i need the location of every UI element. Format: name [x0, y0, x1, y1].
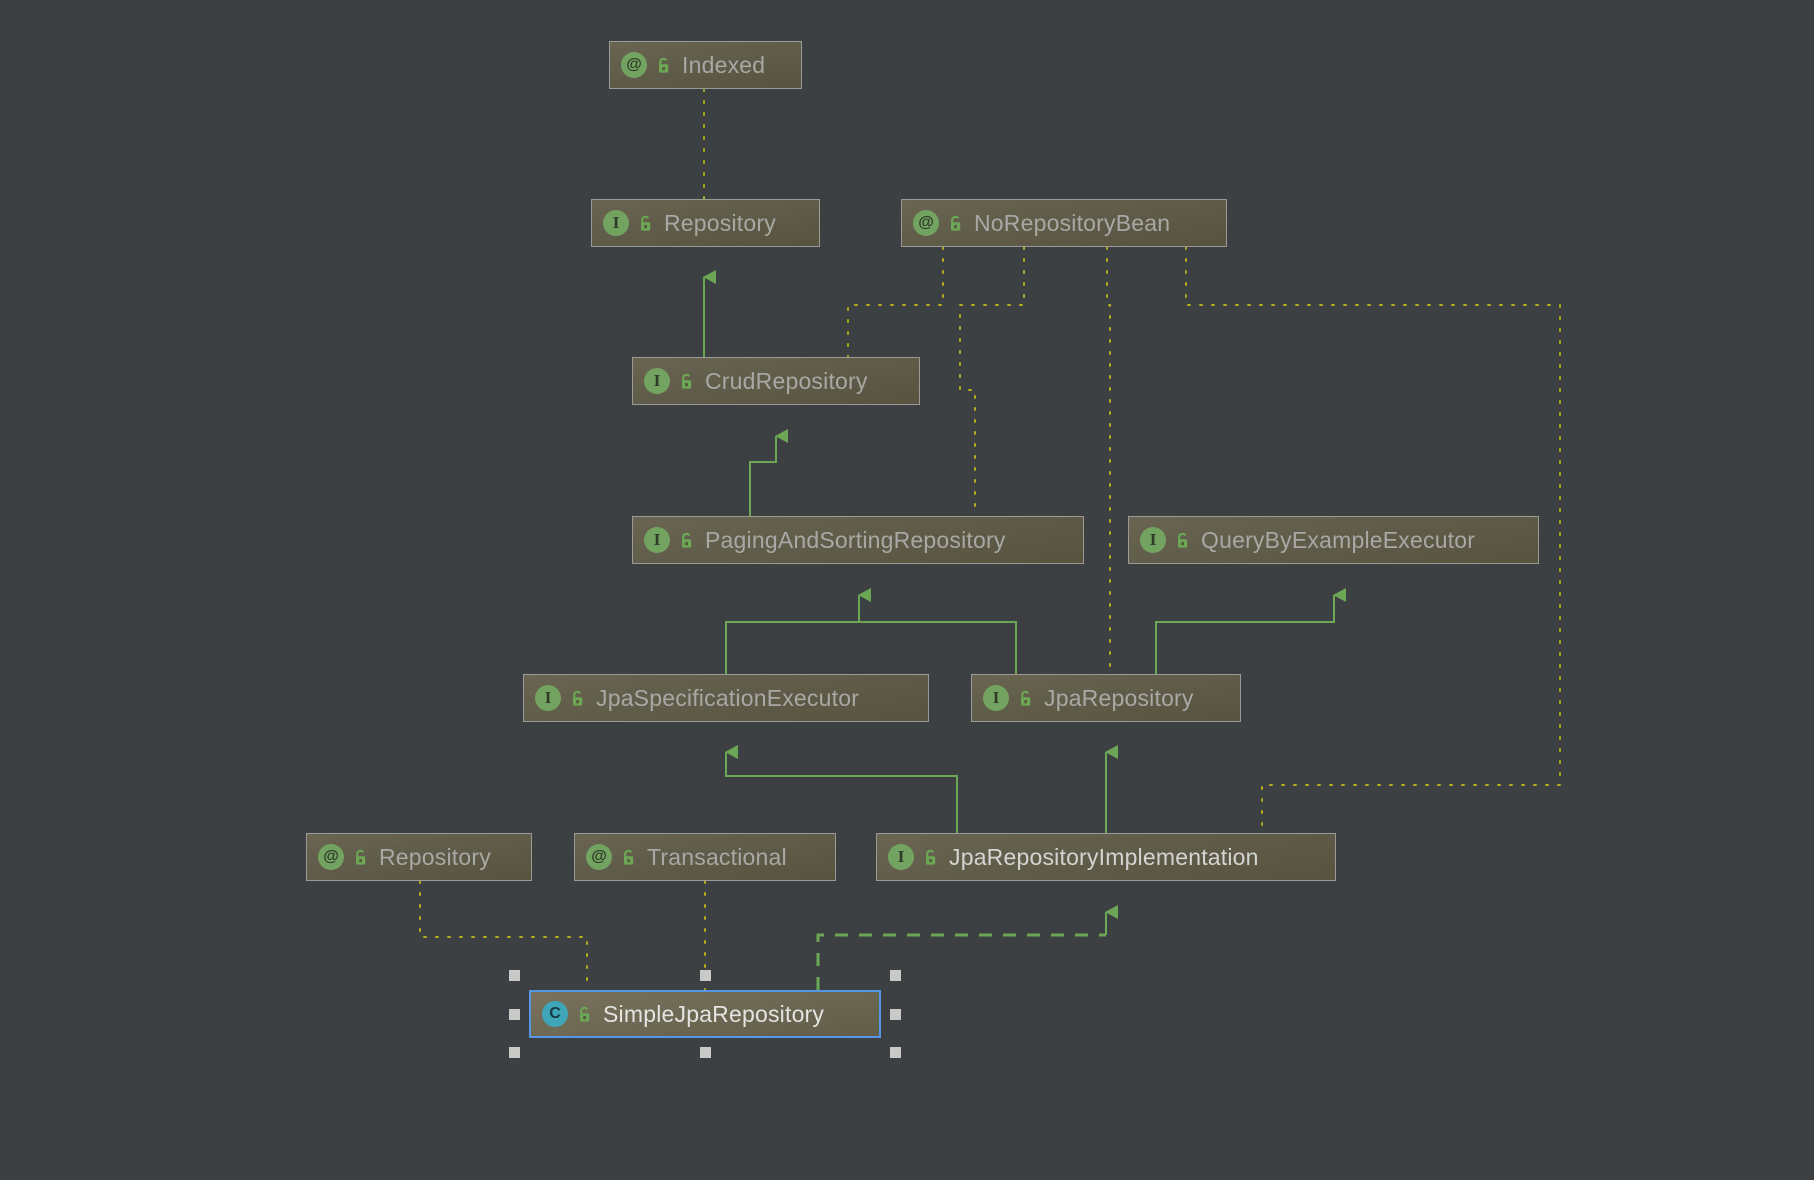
node-pagingsorting[interactable]: I PagingAndSortingRepository [632, 516, 1084, 564]
node-label: NoRepositoryBean [974, 209, 1171, 236]
interface-icon: I [888, 844, 914, 870]
node-querybyexample[interactable]: I QueryByExampleExecutor [1128, 516, 1539, 564]
selection-handle-4[interactable] [509, 1008, 520, 1020]
node-repository_a[interactable]: @ Repository [306, 833, 532, 881]
selection-handle-7[interactable] [699, 1047, 711, 1058]
interface-icon: I [535, 685, 561, 711]
node-label: Repository [379, 843, 491, 870]
node-label: Repository [664, 209, 776, 236]
edge-jparepo-to-paging [859, 621, 1017, 674]
selection-handle-8[interactable] [890, 1047, 901, 1058]
edge-jpaspecexec-to-paging [725, 588, 871, 674]
node-label: Indexed [682, 51, 766, 78]
interface-icon: I [983, 685, 1009, 711]
edge-simplejparepo-to-repository [419, 880, 588, 991]
node-jparepoimpl[interactable]: I JpaRepositoryImplementation [876, 833, 1336, 881]
selection-handle-5[interactable] [890, 1008, 901, 1020]
annotation-icon: @ [913, 210, 939, 236]
edge-simplejparepo-to-jparepoimpl [816, 933, 1106, 990]
node-indexed[interactable]: @ Indexed [609, 41, 802, 89]
node-label: CrudRepository [705, 367, 868, 394]
unlocked-lock-icon [621, 848, 638, 867]
node-label: JpaRepositoryImplementation [949, 843, 1259, 870]
unlocked-lock-icon [570, 689, 587, 708]
node-label: SimpleJpaRepository [603, 1000, 825, 1027]
node-label: QueryByExampleExecutor [1201, 526, 1476, 553]
unlocked-lock-icon [679, 372, 696, 391]
unlocked-lock-icon [1018, 689, 1035, 708]
annotation-icon: @ [586, 844, 612, 870]
edge-crudrepo-to-norepobean [847, 246, 944, 358]
edge-jparepo-to-querybyexample [1155, 588, 1346, 674]
unlocked-lock-icon [353, 848, 370, 867]
edge-jparepoimpl-to-jpaspecexec [725, 745, 958, 833]
node-jpaspecexec[interactable]: I JpaSpecificationExecutor [523, 674, 929, 722]
unlocked-lock-icon [656, 56, 673, 75]
unlocked-lock-icon [923, 848, 940, 867]
diagram-canvas[interactable]: @ Indexed I Repository @ NoRepositoryBean I Cru… [0, 0, 1814, 1180]
edge-layer [419, 89, 1561, 991]
edge-paging-to-norepobean [959, 246, 1025, 517]
node-label: Transactional [647, 843, 787, 870]
node-crudrepo[interactable]: I CrudRepository [632, 357, 920, 405]
interface-icon: I [1140, 527, 1166, 553]
node-simplejparepo[interactable]: C SimpleJpaRepository [529, 990, 881, 1038]
interface-icon: I [603, 210, 629, 236]
selection-handle-6[interactable] [509, 1047, 520, 1058]
selection-handle-1[interactable] [509, 970, 520, 981]
selection-handle-2[interactable] [699, 970, 711, 981]
interface-icon: I [644, 527, 670, 553]
node-transactional[interactable]: @ Transactional [574, 833, 836, 881]
unlocked-lock-icon [638, 214, 655, 233]
node-label: JpaSpecificationExecutor [596, 684, 860, 711]
edge-jparepo-to-norepobean [1106, 246, 1111, 675]
node-repository_i[interactable]: I Repository [591, 199, 820, 247]
node-jparepo[interactable]: I JpaRepository [971, 674, 1241, 722]
interface-icon: I [644, 368, 670, 394]
unlocked-lock-icon [577, 1005, 594, 1024]
class-icon: C [542, 1001, 568, 1027]
selection-handle-3[interactable] [890, 970, 901, 981]
edge-paging-to-crudrepo [749, 429, 788, 516]
node-norepobean[interactable]: @ NoRepositoryBean [901, 199, 1227, 247]
annotation-icon: @ [318, 844, 344, 870]
node-label: PagingAndSortingRepository [705, 526, 1006, 553]
node-label: JpaRepository [1044, 684, 1194, 711]
unlocked-lock-icon [679, 531, 696, 550]
annotation-icon: @ [621, 52, 647, 78]
unlocked-lock-icon [948, 214, 965, 233]
unlocked-lock-icon [1175, 531, 1192, 550]
